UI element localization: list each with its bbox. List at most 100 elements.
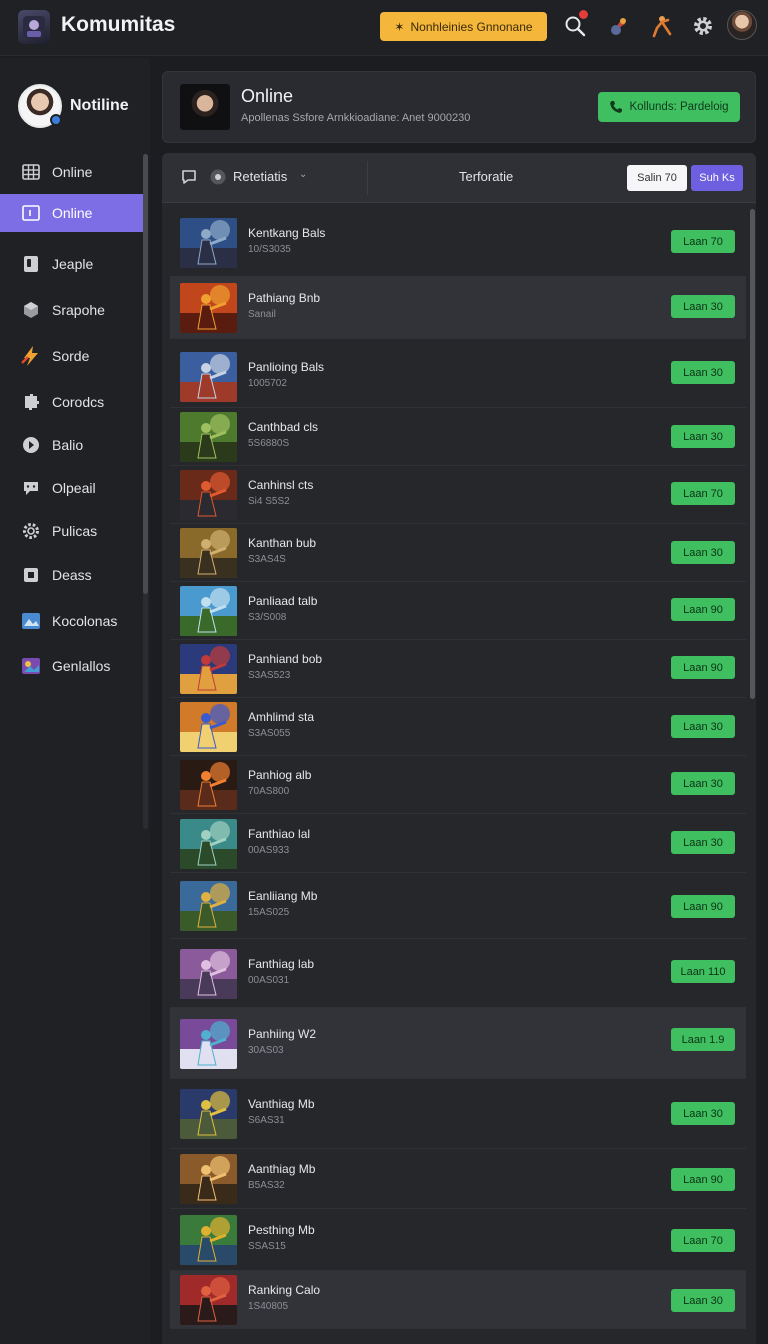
secondary-button[interactable]: Salin 70 xyxy=(627,165,687,191)
row-action-button[interactable]: Laan 30 xyxy=(671,1102,735,1125)
filter-icon[interactable] xyxy=(208,167,228,187)
game-thumbnail xyxy=(180,352,237,402)
sidebar: Notiline Online Online Jeaple Srapohe Sorde C… xyxy=(0,58,150,1344)
sidebar-item-3[interactable]: Jeaple xyxy=(0,245,143,283)
game-thumbnail xyxy=(180,1089,237,1139)
column-label[interactable]: Terforatie xyxy=(459,169,513,184)
sidebar-item-label: Online xyxy=(52,164,93,180)
list-item[interactable]: Canhinsl cts Si4 S5S2 Laan 70 xyxy=(170,466,746,524)
sidebar-scrollbar[interactable] xyxy=(143,154,148,594)
row-action-button[interactable]: Laan 90 xyxy=(671,895,735,918)
profile[interactable]: Notiline xyxy=(18,82,129,130)
list-item[interactable]: Fanthiag lab 00AS031 Laan 110 xyxy=(170,939,746,1008)
list-item[interactable]: Kanthan bub S3AS4S Laan 30 xyxy=(170,524,746,582)
game-thumbnail xyxy=(180,949,237,999)
list-item[interactable]: Pesthing Mb SSAS15 Laan 70 xyxy=(170,1209,746,1271)
row-title: Eanliiang Mb xyxy=(248,889,318,903)
row-action-button[interactable]: Laan 90 xyxy=(671,656,735,679)
list-item[interactable]: Vanthiag Mb S6AS31 Laan 30 xyxy=(170,1079,746,1149)
call-button[interactable]: Kollunds: Pardeloig xyxy=(598,92,740,122)
row-action-button[interactable]: Laan 70 xyxy=(671,482,735,505)
row-action-button[interactable]: Laan 90 xyxy=(671,598,735,621)
list-item[interactable]: Panliaad talb S3/S008 Laan 90 xyxy=(170,582,746,640)
window-icon xyxy=(20,202,42,224)
list-item[interactable]: Eanliiang Mb 15AS025 Laan 90 xyxy=(170,873,746,939)
game-thumbnail xyxy=(180,470,237,520)
row-action-button[interactable]: Laan 30 xyxy=(671,1289,735,1312)
row-action-button[interactable]: Laan 30 xyxy=(671,425,735,448)
row-action-button[interactable]: Laan 70 xyxy=(671,230,735,253)
sidebar-item-label: Kocolonas xyxy=(52,613,118,629)
channel-title: Online xyxy=(241,86,294,106)
phone-icon xyxy=(610,101,623,113)
row-action-button[interactable]: Laan 30 xyxy=(671,772,735,795)
row-subtitle: 15AS025 xyxy=(248,907,290,918)
sidebar-item-10[interactable]: Deass xyxy=(0,556,143,594)
list-item[interactable]: Panhiing W2 30AS03 Laan 1.9 xyxy=(170,1008,746,1079)
user-avatar[interactable] xyxy=(727,10,757,40)
list-toolbar: Retetiatis ⌄ Terforatie Salin 70 Suh Ks xyxy=(162,153,756,203)
row-subtitle: 70AS800 xyxy=(248,786,290,797)
row-subtitle: 1005702 xyxy=(248,378,287,389)
row-action-button[interactable]: Laan 30 xyxy=(671,541,735,564)
sidebar-item-5[interactable]: Sorde xyxy=(0,337,143,375)
row-action-button[interactable]: Laan 30 xyxy=(671,361,735,384)
row-subtitle: 1S40805 xyxy=(248,1301,289,1312)
chat-bubble-icon[interactable] xyxy=(179,167,199,187)
row-subtitle: Si4 S5S2 xyxy=(248,496,290,507)
sidebar-item-2[interactable]: Online xyxy=(0,194,143,232)
list-panel: Retetiatis ⌄ Terforatie Salin 70 Suh Ks … xyxy=(162,153,756,1344)
row-title: Panhiog alb xyxy=(248,768,312,782)
row-action-button[interactable]: Laan 30 xyxy=(671,715,735,738)
row-subtitle: S3AS523 xyxy=(248,670,291,681)
square-icon xyxy=(20,564,42,586)
primary-button[interactable]: Suh Ks xyxy=(691,165,743,191)
row-title: Ranking Calo xyxy=(248,1283,321,1297)
rocket-icon[interactable] xyxy=(605,12,633,40)
row-action-button[interactable]: Laan 90 xyxy=(671,1168,735,1191)
sidebar-item-1[interactable]: Online xyxy=(0,153,143,191)
list-item[interactable]: Panhiog alb 70AS800 Laan 30 xyxy=(170,756,746,814)
game-thumbnail xyxy=(180,218,237,268)
row-title: Kentkang Bals xyxy=(248,226,326,240)
row-action-button[interactable]: Laan 30 xyxy=(671,295,735,318)
row-action-button[interactable]: Laan 70 xyxy=(671,1229,735,1252)
call-button-label: Kollunds: Pardeloig xyxy=(629,101,729,113)
toolbar-divider xyxy=(367,161,368,195)
filter-dropdown[interactable]: Retetiatis xyxy=(233,169,287,184)
play-icon xyxy=(20,434,42,456)
row-title: Panliaad talb xyxy=(248,594,318,608)
sidebar-item-11[interactable]: Kocolonas xyxy=(0,602,143,640)
list-item[interactable]: Amhlimd sta S3AS055 Laan 30 xyxy=(170,698,746,756)
sparkle-icon: ✶ xyxy=(394,19,405,34)
notifications-button[interactable]: ✶ Nonhleinies Gnnonane xyxy=(380,12,547,41)
sidebar-item-6[interactable]: Corodcs xyxy=(0,383,143,421)
sidebar-item-8[interactable]: Olpeail xyxy=(0,469,143,507)
list-item[interactable]: Pathiang Bnb Sanail Laan 30 xyxy=(170,277,746,339)
list-item[interactable]: Kentkang Bals 10/S3035 Laan 70 xyxy=(170,209,746,277)
row-action-button[interactable]: Laan 1.9 xyxy=(671,1028,735,1051)
list-item[interactable]: Aanthiag Mb B5AS32 Laan 90 xyxy=(170,1149,746,1209)
list-item[interactable]: Canthbad cls 5S6880S Laan 30 xyxy=(170,408,746,466)
notifications-button-label: Nonhleinies Gnnonane xyxy=(410,19,533,34)
list-item[interactable]: Panlioing Bals 1005702 Laan 30 xyxy=(170,345,746,408)
search-icon[interactable] xyxy=(561,10,589,40)
sidebar-item-7[interactable]: Balio xyxy=(0,426,143,464)
sidebar-item-4[interactable]: Srapohe xyxy=(0,291,143,329)
fighter-icon[interactable] xyxy=(648,12,676,40)
list-item[interactable]: Ranking Calo 1S40805 Laan 30 xyxy=(170,1271,746,1329)
app-logo-icon[interactable] xyxy=(18,10,50,44)
game-thumbnail xyxy=(180,1275,237,1325)
sidebar-item-12[interactable]: Genlallos xyxy=(0,647,143,685)
list-item[interactable]: Fanthiao lal 00AS933 Laan 30 xyxy=(170,814,746,873)
list-item[interactable]: Panhiand bob S3AS523 Laan 90 xyxy=(170,640,746,698)
row-action-button[interactable]: Laan 110 xyxy=(671,960,735,983)
gear-icon[interactable] xyxy=(689,12,717,40)
cog-icon xyxy=(20,520,42,542)
list-scrollbar[interactable] xyxy=(750,209,755,699)
sidebar-item-9[interactable]: Pulicas xyxy=(0,512,143,550)
row-subtitle: 30AS03 xyxy=(248,1045,284,1056)
game-thumbnail xyxy=(180,644,237,694)
row-action-button[interactable]: Laan 30 xyxy=(671,831,735,854)
chevron-down-icon[interactable]: ⌄ xyxy=(299,169,307,180)
